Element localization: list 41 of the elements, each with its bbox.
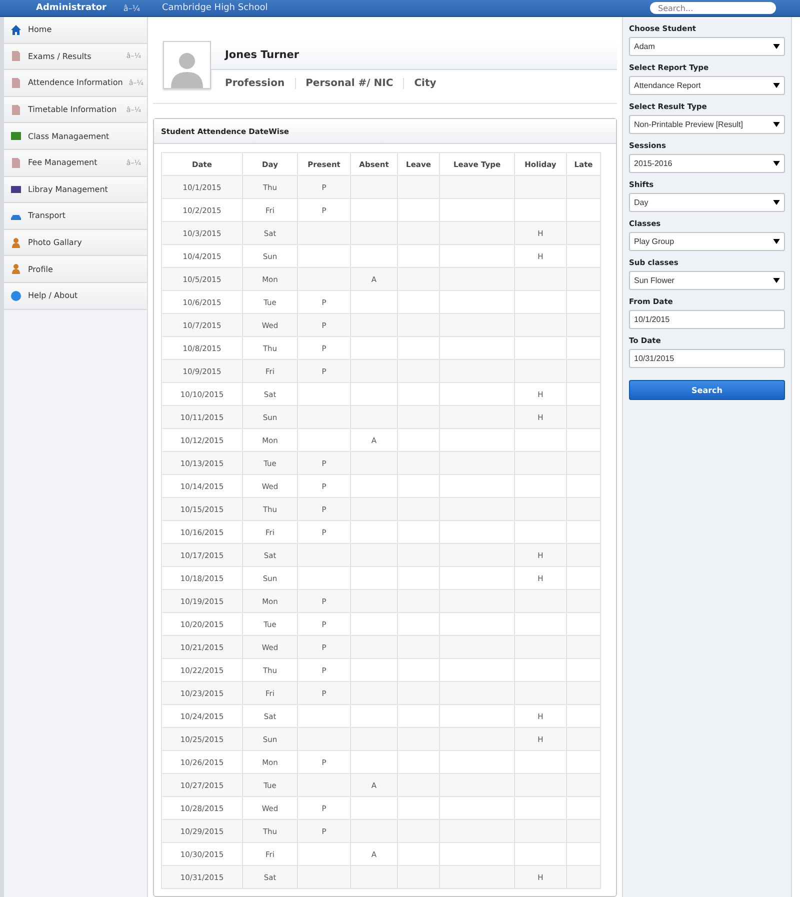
- caret-icon: [773, 161, 780, 166]
- sidebar-item[interactable]: Photo Gallary: [4, 230, 147, 256]
- sidebar-item[interactable]: Libray Management: [4, 176, 147, 204]
- dropdown[interactable]: Attendance Report: [629, 76, 785, 95]
- dropdown[interactable]: Non-Printable Preview [Result]: [629, 115, 785, 134]
- sidebar-item[interactable]: Home: [4, 17, 147, 44]
- sidebar-item[interactable]: Help / About: [4, 282, 147, 310]
- dropdown[interactable]: Play Group: [629, 232, 785, 251]
- search-field[interactable]: Search...: [650, 2, 776, 14]
- caret-icon: [773, 239, 780, 244]
- globe-icon: [10, 290, 22, 302]
- school-name: Cambridge High School: [162, 3, 269, 13]
- dropdown[interactable]: Adam: [629, 37, 785, 56]
- caret-icon: [773, 83, 780, 88]
- home-icon: [10, 24, 22, 36]
- person-icon: [10, 236, 22, 249]
- document-icon: [10, 50, 22, 62]
- caret-icon: [773, 44, 780, 49]
- profile-field: City: [403, 78, 446, 89]
- caret-icon: [773, 278, 780, 283]
- document-icon: [10, 156, 22, 169]
- date-field[interactable]: 10/31/2015: [629, 349, 785, 368]
- sidebar-item[interactable]: Class Managaement: [4, 123, 147, 150]
- student-name: Jones Turner: [225, 49, 300, 61]
- sidebar-item[interactable]: Profile: [4, 256, 147, 283]
- dropdown[interactable]: 2015-2016: [629, 154, 785, 173]
- document-icon: [10, 76, 22, 89]
- dropdown[interactable]: Day: [629, 193, 785, 212]
- search-button[interactable]: Search: [629, 380, 785, 400]
- user-menu-toggle[interactable]: â–¼: [123, 4, 140, 12]
- user-name: Administrator: [36, 3, 106, 13]
- date-field[interactable]: 10/1/2015: [629, 310, 785, 329]
- document-icon: [10, 104, 22, 116]
- profile-field: Profession: [225, 78, 295, 89]
- profile-field: Personal #/ NIC: [294, 78, 404, 89]
- dropdown[interactable]: Sun Flower: [629, 271, 785, 290]
- caret-icon: [773, 200, 780, 205]
- board-icon: [10, 130, 22, 142]
- caret-icon: [773, 122, 780, 127]
- person-icon: [10, 263, 22, 276]
- sidebar-item[interactable]: Transport: [4, 203, 147, 230]
